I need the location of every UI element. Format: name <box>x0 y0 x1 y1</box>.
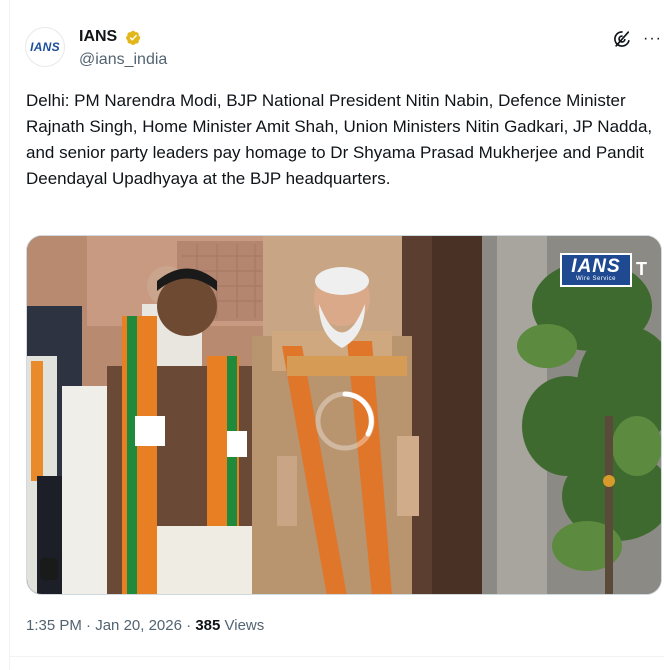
author-display-name[interactable]: IANS <box>79 27 117 47</box>
meta-separator: · <box>181 617 196 634</box>
author-handle[interactable]: @ians_india <box>79 50 167 70</box>
tweet-card: IANS IANS @ians_india ··· Delhi: PM Nare… <box>0 0 664 670</box>
loading-spinner-icon <box>315 391 375 451</box>
gold-verified-icon <box>126 30 141 46</box>
avatar-logo-text: IANS <box>30 40 60 54</box>
tweet-date[interactable]: Jan 20, 2026 <box>95 617 182 634</box>
meta-separator: · <box>81 617 96 634</box>
watermark-subtext: Wire Service <box>575 275 616 282</box>
watermark-tail: T <box>636 259 647 279</box>
watermark-text: IANS <box>571 255 621 277</box>
timeline-divider <box>9 0 10 670</box>
tweet-time[interactable]: 1:35 PM <box>26 617 82 634</box>
avatar[interactable]: IANS <box>25 27 65 67</box>
tweet-text: Delhi: PM Narendra Modi, BJP National Pr… <box>26 91 653 188</box>
tweet-meta: 1:35 PM · Jan 20, 2026 · 385 Views <box>26 616 264 636</box>
views-count: 385 <box>195 617 221 634</box>
more-options-icon[interactable]: ··· <box>643 30 663 48</box>
footer-divider <box>9 656 664 657</box>
grok-icon[interactable] <box>612 29 632 49</box>
video-control-chip[interactable] <box>40 558 58 580</box>
ians-watermark-logo: IANS Wire Service <box>560 253 632 287</box>
views-label: Views <box>224 617 265 634</box>
